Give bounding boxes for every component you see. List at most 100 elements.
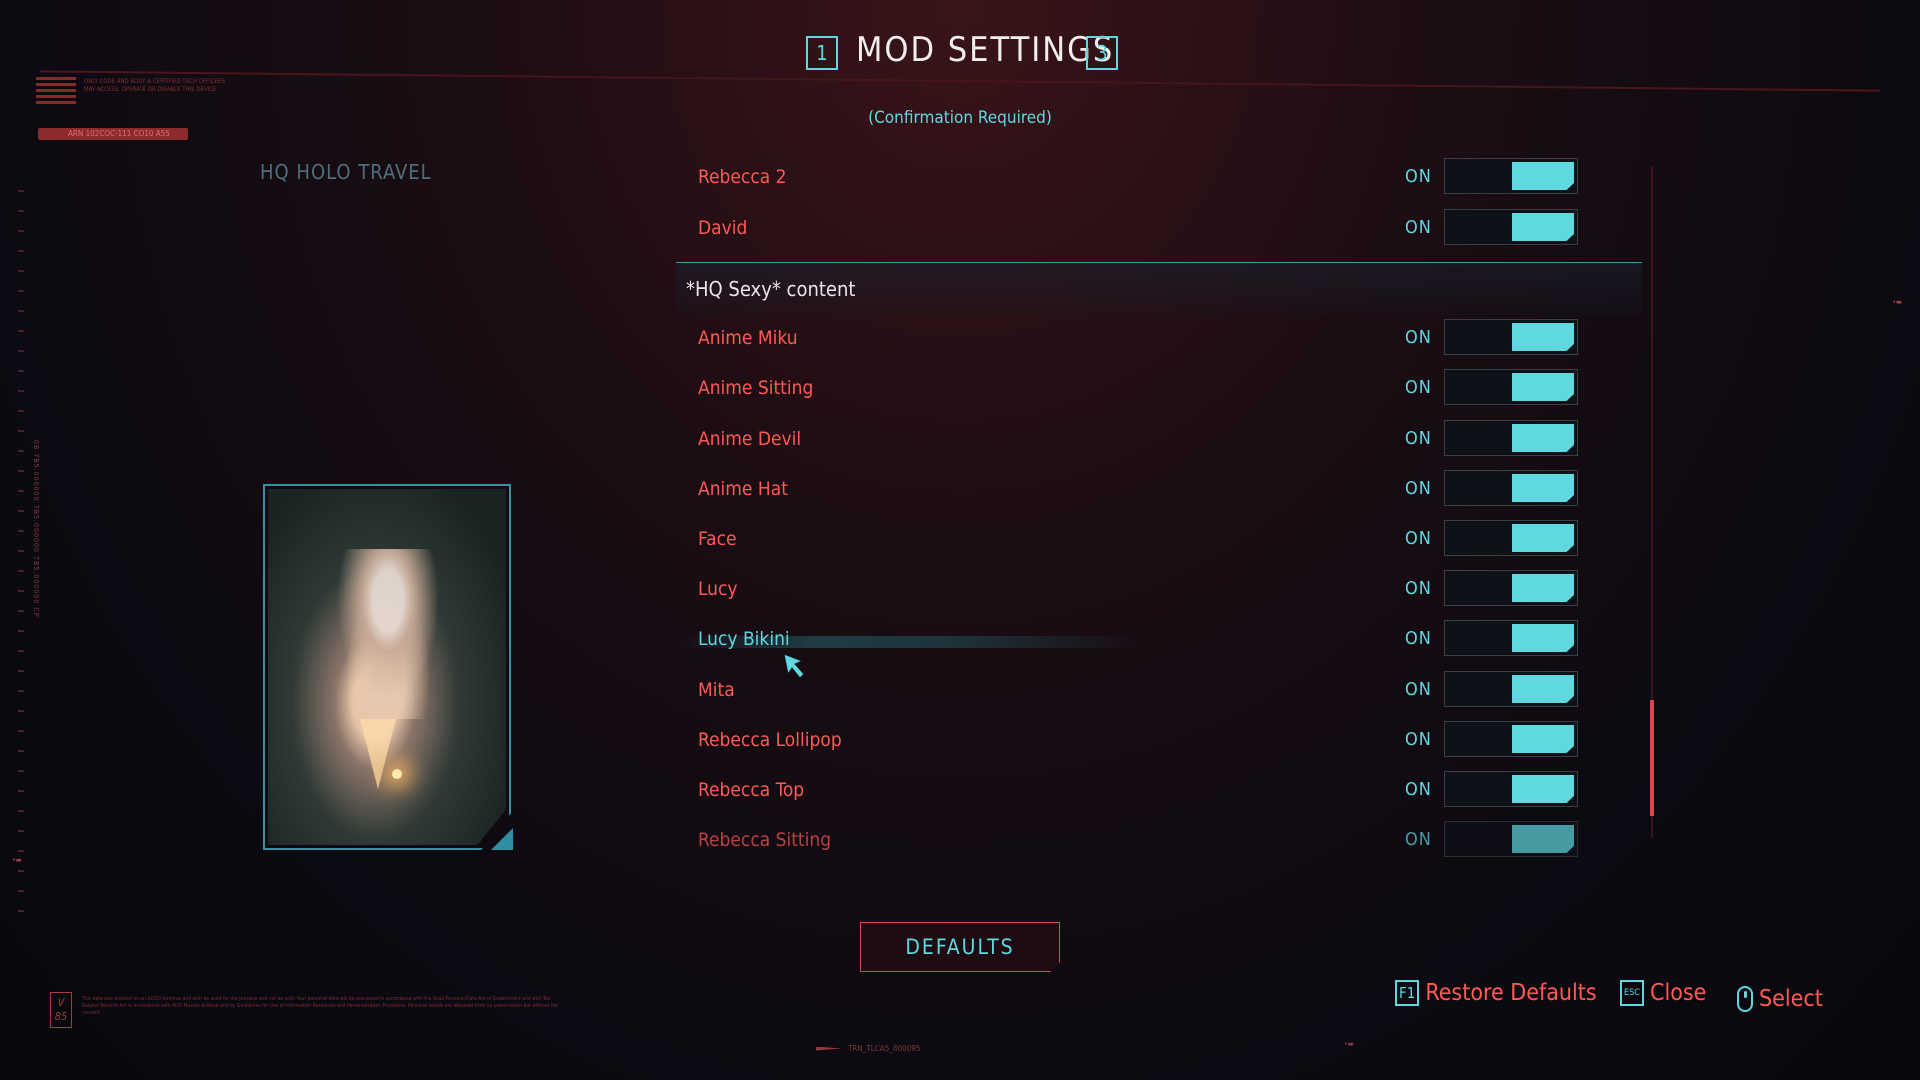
setting-row-mita[interactable]: Mita ON bbox=[678, 667, 1644, 717]
setting-label: Rebecca Top bbox=[698, 779, 805, 801]
f1-key-icon: F1 bbox=[1395, 980, 1420, 1006]
setting-value: ON bbox=[1405, 628, 1432, 649]
version-badge: V 85 bbox=[50, 992, 72, 1028]
side-ruler bbox=[18, 190, 24, 930]
toggle-fill bbox=[1512, 213, 1574, 241]
setting-value: ON bbox=[1405, 166, 1432, 187]
esc-key-icon: ESC bbox=[1620, 980, 1644, 1006]
toggle-switch[interactable] bbox=[1444, 319, 1578, 355]
toggle-switch[interactable] bbox=[1444, 520, 1578, 556]
arrow-icon bbox=[816, 1046, 842, 1051]
setting-value: ON bbox=[1405, 528, 1432, 549]
bottom-tag-label: TRN_TLCA5_800095 bbox=[848, 1044, 921, 1053]
toggle-switch[interactable] bbox=[1444, 420, 1578, 456]
setting-label: Anime Hat bbox=[698, 478, 788, 500]
setting-value: ON bbox=[1405, 377, 1432, 398]
left-marker: •▬ bbox=[12, 856, 22, 864]
pointer-cursor-icon bbox=[783, 653, 805, 679]
confirmation-note: (Confirmation Required) bbox=[868, 108, 1052, 128]
setting-label: Anime Sitting bbox=[698, 377, 814, 399]
toggle-switch[interactable] bbox=[1444, 771, 1578, 807]
mouse-icon bbox=[1737, 986, 1753, 1012]
setting-row-david[interactable]: David ON bbox=[678, 205, 1644, 255]
preview-frame bbox=[263, 484, 511, 850]
setting-row-anime-miku[interactable]: Anime Miku ON bbox=[678, 315, 1644, 365]
setting-label: Lucy bbox=[698, 578, 738, 600]
toggle-switch[interactable] bbox=[1444, 620, 1578, 656]
setting-row-rebecca-2[interactable]: Rebecca 2 ON bbox=[678, 154, 1644, 204]
defaults-button[interactable]: DEFAULTS bbox=[860, 922, 1060, 972]
deco-serial-bar: ARN 102COC-111 CO10 A55 bbox=[38, 128, 188, 140]
header-divider bbox=[40, 70, 1880, 92]
close-hint[interactable]: ESC Close bbox=[1620, 980, 1706, 1006]
prev-page-key[interactable]: 1 bbox=[806, 36, 838, 70]
setting-row-anime-devil[interactable]: Anime Devil ON bbox=[678, 416, 1644, 466]
toggle-switch[interactable] bbox=[1444, 821, 1578, 857]
toggle-fill bbox=[1512, 424, 1574, 452]
setting-row-face[interactable]: Face ON bbox=[678, 516, 1644, 566]
setting-row-lucy[interactable]: Lucy ON bbox=[678, 566, 1644, 616]
close-label: Close bbox=[1650, 980, 1707, 1006]
setting-value: ON bbox=[1405, 217, 1432, 238]
setting-label: Rebecca 2 bbox=[698, 166, 787, 188]
setting-row-rebecca-sitting[interactable]: Rebecca Sitting ON bbox=[678, 817, 1644, 867]
select-label: Select bbox=[1759, 986, 1823, 1012]
setting-label: Mita bbox=[698, 679, 735, 701]
toggle-fill bbox=[1512, 825, 1574, 853]
toggle-fill bbox=[1512, 373, 1574, 401]
setting-value: ON bbox=[1405, 829, 1432, 850]
toggle-switch[interactable] bbox=[1444, 369, 1578, 405]
toggle-fill bbox=[1512, 524, 1574, 552]
restore-defaults-hint[interactable]: F1 Restore Defaults bbox=[1395, 980, 1597, 1006]
toggle-fill bbox=[1512, 323, 1574, 351]
bottom-tag: TRN_TLCA5_800095 bbox=[816, 1044, 920, 1053]
setting-label: Rebecca Lollipop bbox=[698, 729, 842, 751]
setting-row-rebecca-lollipop[interactable]: Rebecca Lollipop ON bbox=[678, 717, 1644, 767]
bottom-marker: •▬ bbox=[1344, 1040, 1354, 1048]
scrollbar-thumb[interactable] bbox=[1650, 700, 1654, 816]
setting-row-lucy-bikini[interactable]: Lucy Bikini ON bbox=[678, 616, 1644, 666]
toggle-switch[interactable] bbox=[1444, 671, 1578, 707]
group-header: *HQ Sexy* content bbox=[676, 262, 1642, 315]
legal-text: This data was entered on an ADDO termina… bbox=[82, 996, 559, 1016]
setting-label: Anime Miku bbox=[698, 327, 798, 349]
deco-vertical-text: 0B 7B5.000000 7B5.000000 7B5.000000 CP bbox=[32, 440, 40, 618]
toggle-fill bbox=[1512, 775, 1574, 803]
setting-value: ON bbox=[1405, 679, 1432, 700]
toggle-fill bbox=[1512, 574, 1574, 602]
setting-row-rebecca-top[interactable]: Rebecca Top ON bbox=[678, 767, 1644, 817]
frame-corner-icon bbox=[491, 828, 513, 850]
toggle-fill bbox=[1512, 624, 1574, 652]
setting-value: ON bbox=[1405, 327, 1432, 348]
toggle-fill bbox=[1512, 725, 1574, 753]
restore-defaults-label: Restore Defaults bbox=[1425, 980, 1597, 1006]
deco-warning-text: ONLY CODE AND BODY & CERTIFIED TECH OFFI… bbox=[84, 78, 226, 93]
setting-row-anime-sitting[interactable]: Anime Sitting ON bbox=[678, 365, 1644, 415]
toggle-switch[interactable] bbox=[1444, 721, 1578, 757]
setting-label: Rebecca Sitting bbox=[698, 829, 832, 851]
corporate-logo-icon bbox=[36, 74, 76, 104]
next-page-key[interactable]: 3 bbox=[1086, 36, 1118, 70]
setting-label: Anime Devil bbox=[698, 428, 802, 450]
toggle-fill bbox=[1512, 162, 1574, 190]
page-title: MOD SETTINGS bbox=[856, 30, 1115, 70]
setting-label: David bbox=[698, 217, 748, 239]
setting-value: ON bbox=[1405, 729, 1432, 750]
setting-value: ON bbox=[1405, 428, 1432, 449]
setting-label: Face bbox=[698, 528, 737, 550]
toggle-switch[interactable] bbox=[1444, 158, 1578, 194]
toggle-fill bbox=[1512, 675, 1574, 703]
toggle-switch[interactable] bbox=[1444, 570, 1578, 606]
group-header-label: *HQ Sexy* content bbox=[686, 277, 856, 301]
setting-value: ON bbox=[1405, 578, 1432, 599]
setting-label: Lucy Bikini bbox=[698, 628, 790, 650]
right-marker: •▬ bbox=[1892, 298, 1902, 306]
mod-section-label: HQ HOLO TRAVEL bbox=[260, 160, 432, 184]
toggle-switch[interactable] bbox=[1444, 470, 1578, 506]
toggle-switch[interactable] bbox=[1444, 209, 1578, 245]
setting-value: ON bbox=[1405, 478, 1432, 499]
setting-value: ON bbox=[1405, 779, 1432, 800]
setting-row-anime-hat[interactable]: Anime Hat ON bbox=[678, 466, 1644, 516]
select-hint[interactable]: Select bbox=[1737, 986, 1823, 1012]
toggle-fill bbox=[1512, 474, 1574, 502]
